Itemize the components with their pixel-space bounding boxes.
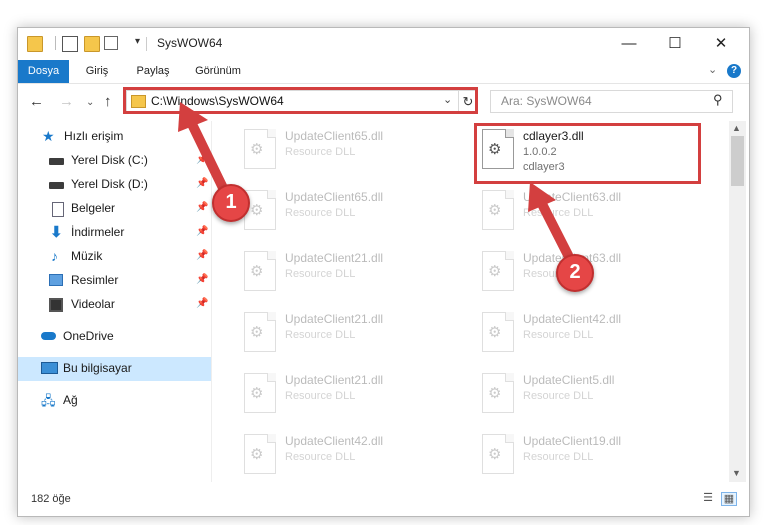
arrow-1-shaft	[185, 115, 229, 195]
annotation-arrows	[178, 102, 573, 260]
step-1-badge: 1	[212, 184, 250, 222]
step-2-badge: 2	[556, 254, 594, 292]
arrow-2-shaft	[535, 195, 573, 260]
